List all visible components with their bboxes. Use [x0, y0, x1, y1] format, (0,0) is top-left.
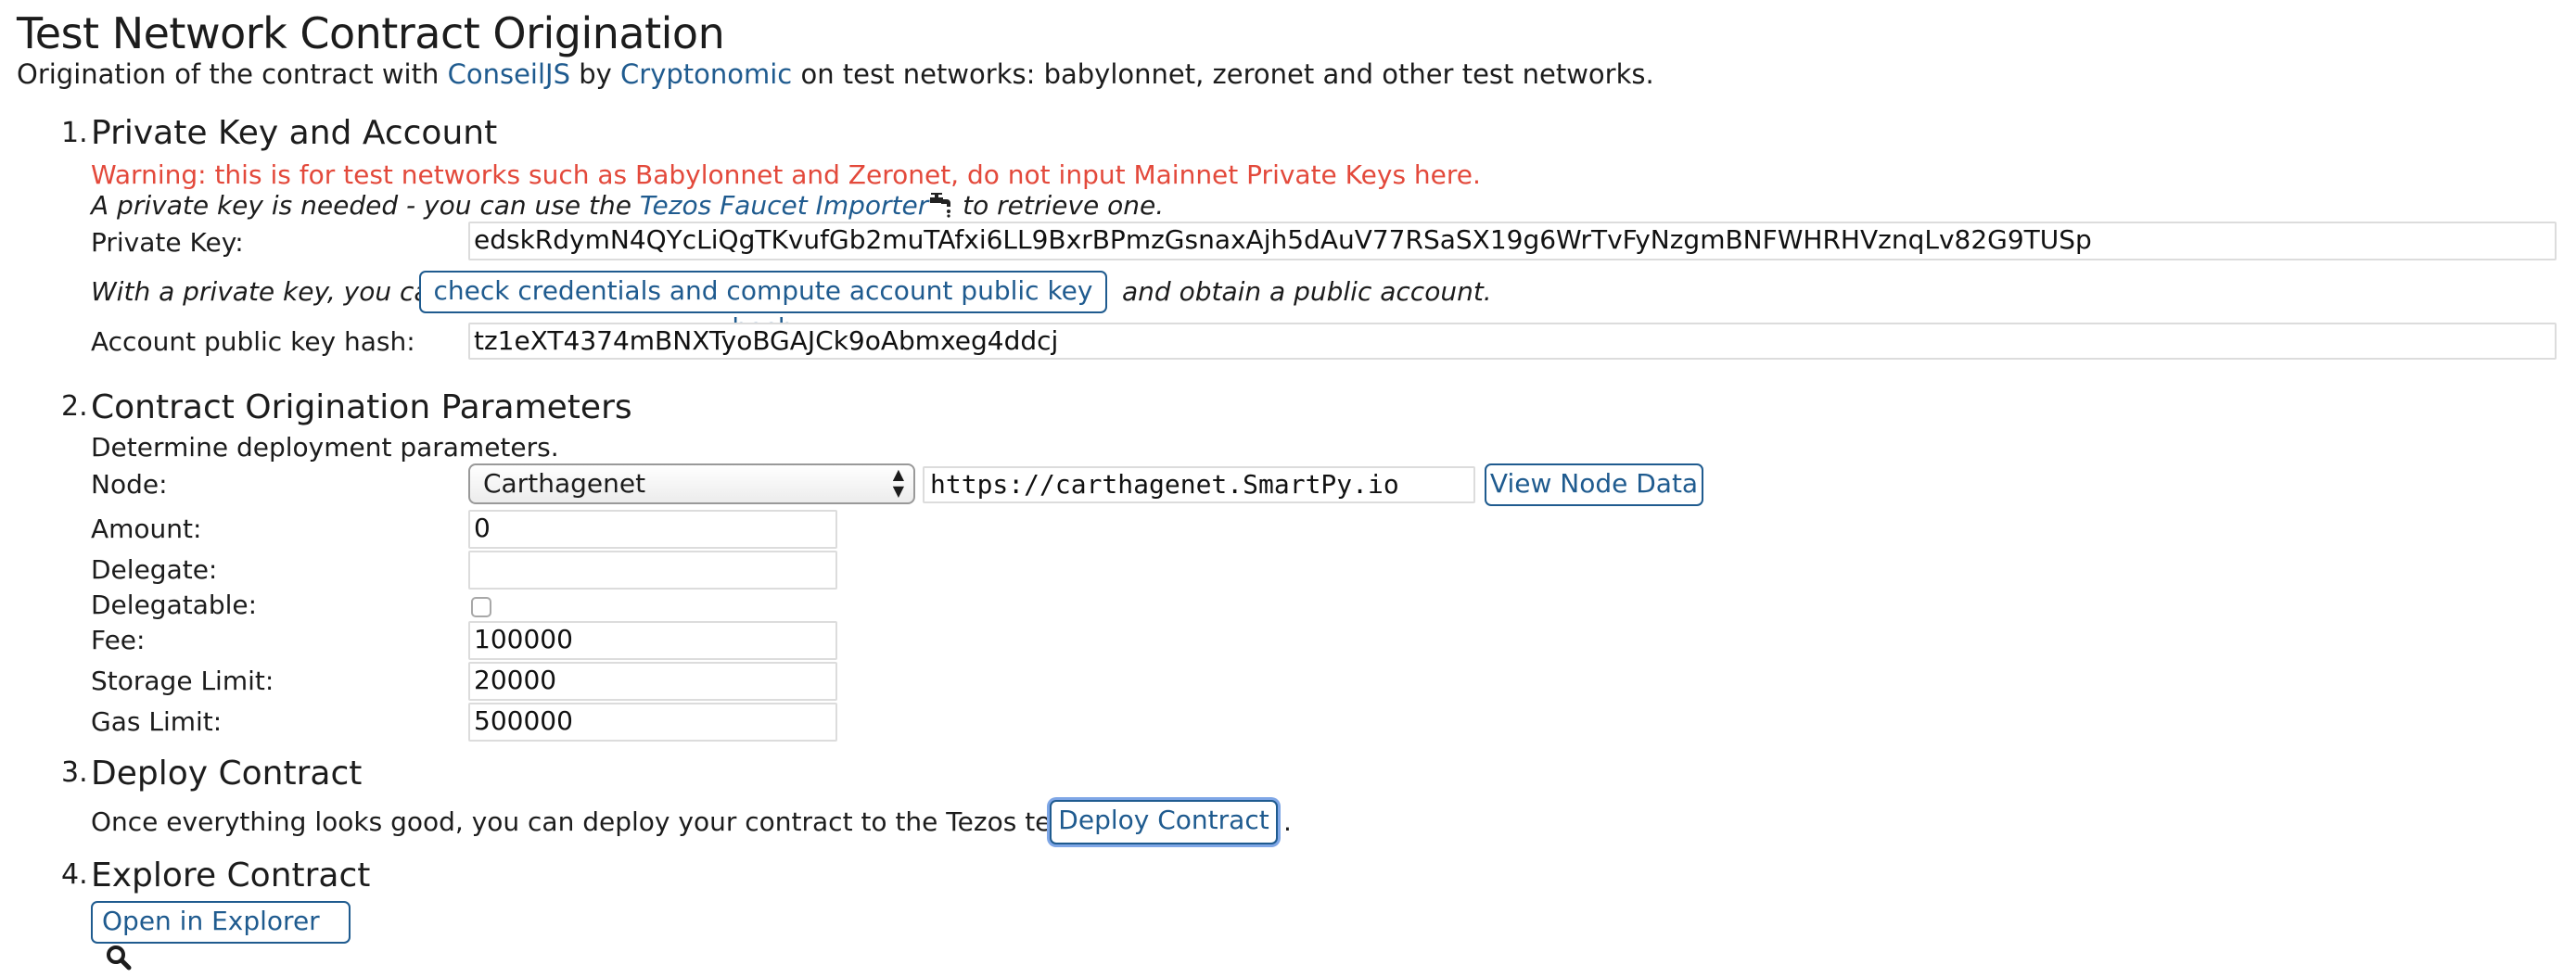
- section2-number: 2.: [61, 390, 88, 423]
- search-icon: [102, 943, 132, 973]
- storage-limit-label: Storage Limit:: [91, 666, 274, 696]
- private-key-label: Private Key:: [91, 227, 244, 258]
- section3-number: 3.: [61, 756, 88, 789]
- note-prefix: A private key is needed - you can use th…: [91, 190, 640, 221]
- deploy-text: Once everything looks good, you can depl…: [91, 806, 1135, 837]
- section4-number: 4.: [61, 858, 88, 891]
- conseiljs-link[interactable]: ConseilJS: [448, 58, 570, 90]
- delegatable-label: Delegatable:: [91, 590, 258, 620]
- private-key-note: A private key is needed - you can use th…: [91, 187, 1164, 224]
- open-in-explorer-button[interactable]: Open in Explorer: [91, 901, 351, 971]
- delegatable-checkbox[interactable]: [471, 597, 491, 617]
- storage-limit-input[interactable]: 20000: [468, 662, 837, 701]
- gas-limit-input[interactable]: 500000: [468, 703, 837, 742]
- page: Test Network Contract Origination Origin…: [0, 0, 2576, 975]
- section4-heading: Explore Contract: [91, 856, 371, 895]
- section1-number: 1.: [61, 117, 88, 149]
- select-arrows-icon: ▲ ▼: [892, 465, 904, 500]
- credentials-suffix: and obtain a public account.: [1122, 276, 1492, 307]
- cryptonomic-link[interactable]: Cryptonomic: [620, 58, 792, 90]
- section1-heading: Private Key and Account: [91, 114, 498, 152]
- pkh-label: Account public key hash:: [91, 326, 415, 357]
- section2-heading: Contract Origination Parameters: [91, 388, 632, 426]
- check-credentials-button[interactable]: check credentials and compute account pu…: [419, 271, 1107, 343]
- intro-suffix: on test networks: babylonnet, zeronet an…: [792, 58, 1654, 90]
- pkh-input[interactable]: tz1eXT4374mBNXTyoBGAJCk9oAbmxeg4ddcj: [468, 323, 2557, 360]
- gas-limit-label: Gas Limit:: [91, 706, 223, 737]
- faucet-importer-link[interactable]: Tezos Faucet Importer: [640, 190, 928, 221]
- delegate-input[interactable]: [468, 551, 837, 590]
- view-node-data-button[interactable]: View Node Data: [1485, 463, 1703, 506]
- intro-text: Origination of the contract with Conseil…: [17, 56, 1654, 93]
- intro-prefix: Origination of the contract with: [17, 58, 448, 90]
- amount-input[interactable]: 0: [468, 510, 837, 549]
- node-label: Node:: [91, 469, 168, 500]
- deploy-period: .: [1283, 806, 1292, 837]
- note-suffix: to retrieve one.: [954, 190, 1165, 221]
- delegate-label: Delegate:: [91, 554, 218, 585]
- amount-label: Amount:: [91, 514, 202, 544]
- section3-heading: Deploy Contract: [91, 755, 363, 793]
- open-in-explorer-label: Open in Explorer: [102, 906, 320, 936]
- node-select[interactable]: Carthagenet ▲ ▼: [468, 463, 915, 504]
- private-key-input[interactable]: edskRdymN4QYcLiQgTKvufGb2muTAfxi6LL9BxrB…: [468, 222, 2557, 260]
- node-url-input[interactable]: https://carthagenet.SmartPy.io: [923, 466, 1475, 503]
- node-selected-value: Carthagenet: [483, 468, 646, 499]
- section2-subtitle: Determine deployment parameters.: [91, 432, 559, 463]
- faucet-icon: [928, 190, 954, 221]
- credentials-prefix: With a private key, you can: [91, 276, 447, 307]
- fee-label: Fee:: [91, 625, 146, 655]
- page-title: Test Network Contract Origination: [17, 8, 725, 58]
- deploy-contract-button[interactable]: Deploy Contract: [1050, 800, 1278, 844]
- fee-input[interactable]: 100000: [468, 621, 837, 660]
- intro-mid: by: [570, 58, 621, 90]
